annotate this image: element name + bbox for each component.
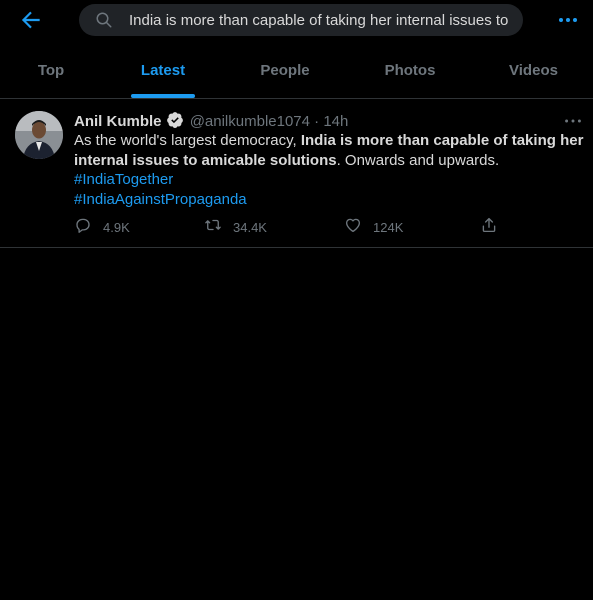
retweet-icon bbox=[204, 216, 222, 239]
back-arrow-icon[interactable] bbox=[18, 7, 44, 33]
tab-latest[interactable]: Latest bbox=[102, 44, 224, 98]
heart-icon bbox=[344, 216, 362, 239]
like-button[interactable]: 124K bbox=[344, 216, 403, 238]
retweet-button[interactable]: 34.4K bbox=[204, 216, 267, 238]
tweet-more-icon[interactable] bbox=[562, 111, 584, 131]
share-icon bbox=[480, 216, 498, 239]
hashtag-link[interactable]: #IndiaTogether bbox=[74, 170, 586, 190]
verified-badge-icon bbox=[166, 111, 184, 129]
hashtag-link[interactable]: #IndiaAgainstPropaganda bbox=[74, 190, 586, 210]
tweet-actions: 4.9K 34.4K 124K bbox=[74, 216, 574, 238]
reply-button[interactable]: 4.9K bbox=[74, 216, 130, 238]
author-name[interactable]: Anil Kumble bbox=[74, 113, 162, 130]
retweet-count: 34.4K bbox=[233, 219, 267, 235]
search-tabs: Top Latest People Photos Videos bbox=[0, 44, 593, 99]
more-options-icon[interactable] bbox=[556, 8, 580, 32]
tweet-text-part2: . Onwards and upwards. bbox=[336, 151, 500, 169]
tweet-time[interactable]: 14h bbox=[323, 113, 348, 130]
tweet-text-part1: As the world's largest democracy, bbox=[74, 132, 301, 149]
search-icon bbox=[95, 11, 113, 29]
tab-videos[interactable]: Videos bbox=[474, 44, 593, 98]
tweet[interactable]: Anil Kumble @anilkumble1074 · 14h As the… bbox=[0, 99, 593, 248]
separator-dot: · bbox=[314, 113, 320, 130]
author-handle[interactable]: @anilkumble1074 bbox=[190, 113, 310, 130]
active-tab-indicator bbox=[131, 94, 195, 98]
reply-icon bbox=[74, 216, 92, 239]
search-box[interactable] bbox=[79, 4, 523, 36]
tab-top[interactable]: Top bbox=[0, 44, 102, 98]
like-count: 124K bbox=[373, 219, 404, 235]
share-button[interactable] bbox=[480, 216, 498, 238]
tab-people[interactable]: People bbox=[224, 44, 346, 98]
top-bar bbox=[0, 0, 593, 40]
avatar[interactable] bbox=[15, 111, 63, 159]
search-input[interactable] bbox=[129, 4, 515, 36]
reply-count: 4.9K bbox=[103, 219, 130, 235]
tweet-header: Anil Kumble @anilkumble1074 · 14h bbox=[74, 111, 348, 131]
tweet-text: As the world's largest democracy, India … bbox=[74, 131, 586, 209]
tab-photos[interactable]: Photos bbox=[346, 44, 474, 98]
